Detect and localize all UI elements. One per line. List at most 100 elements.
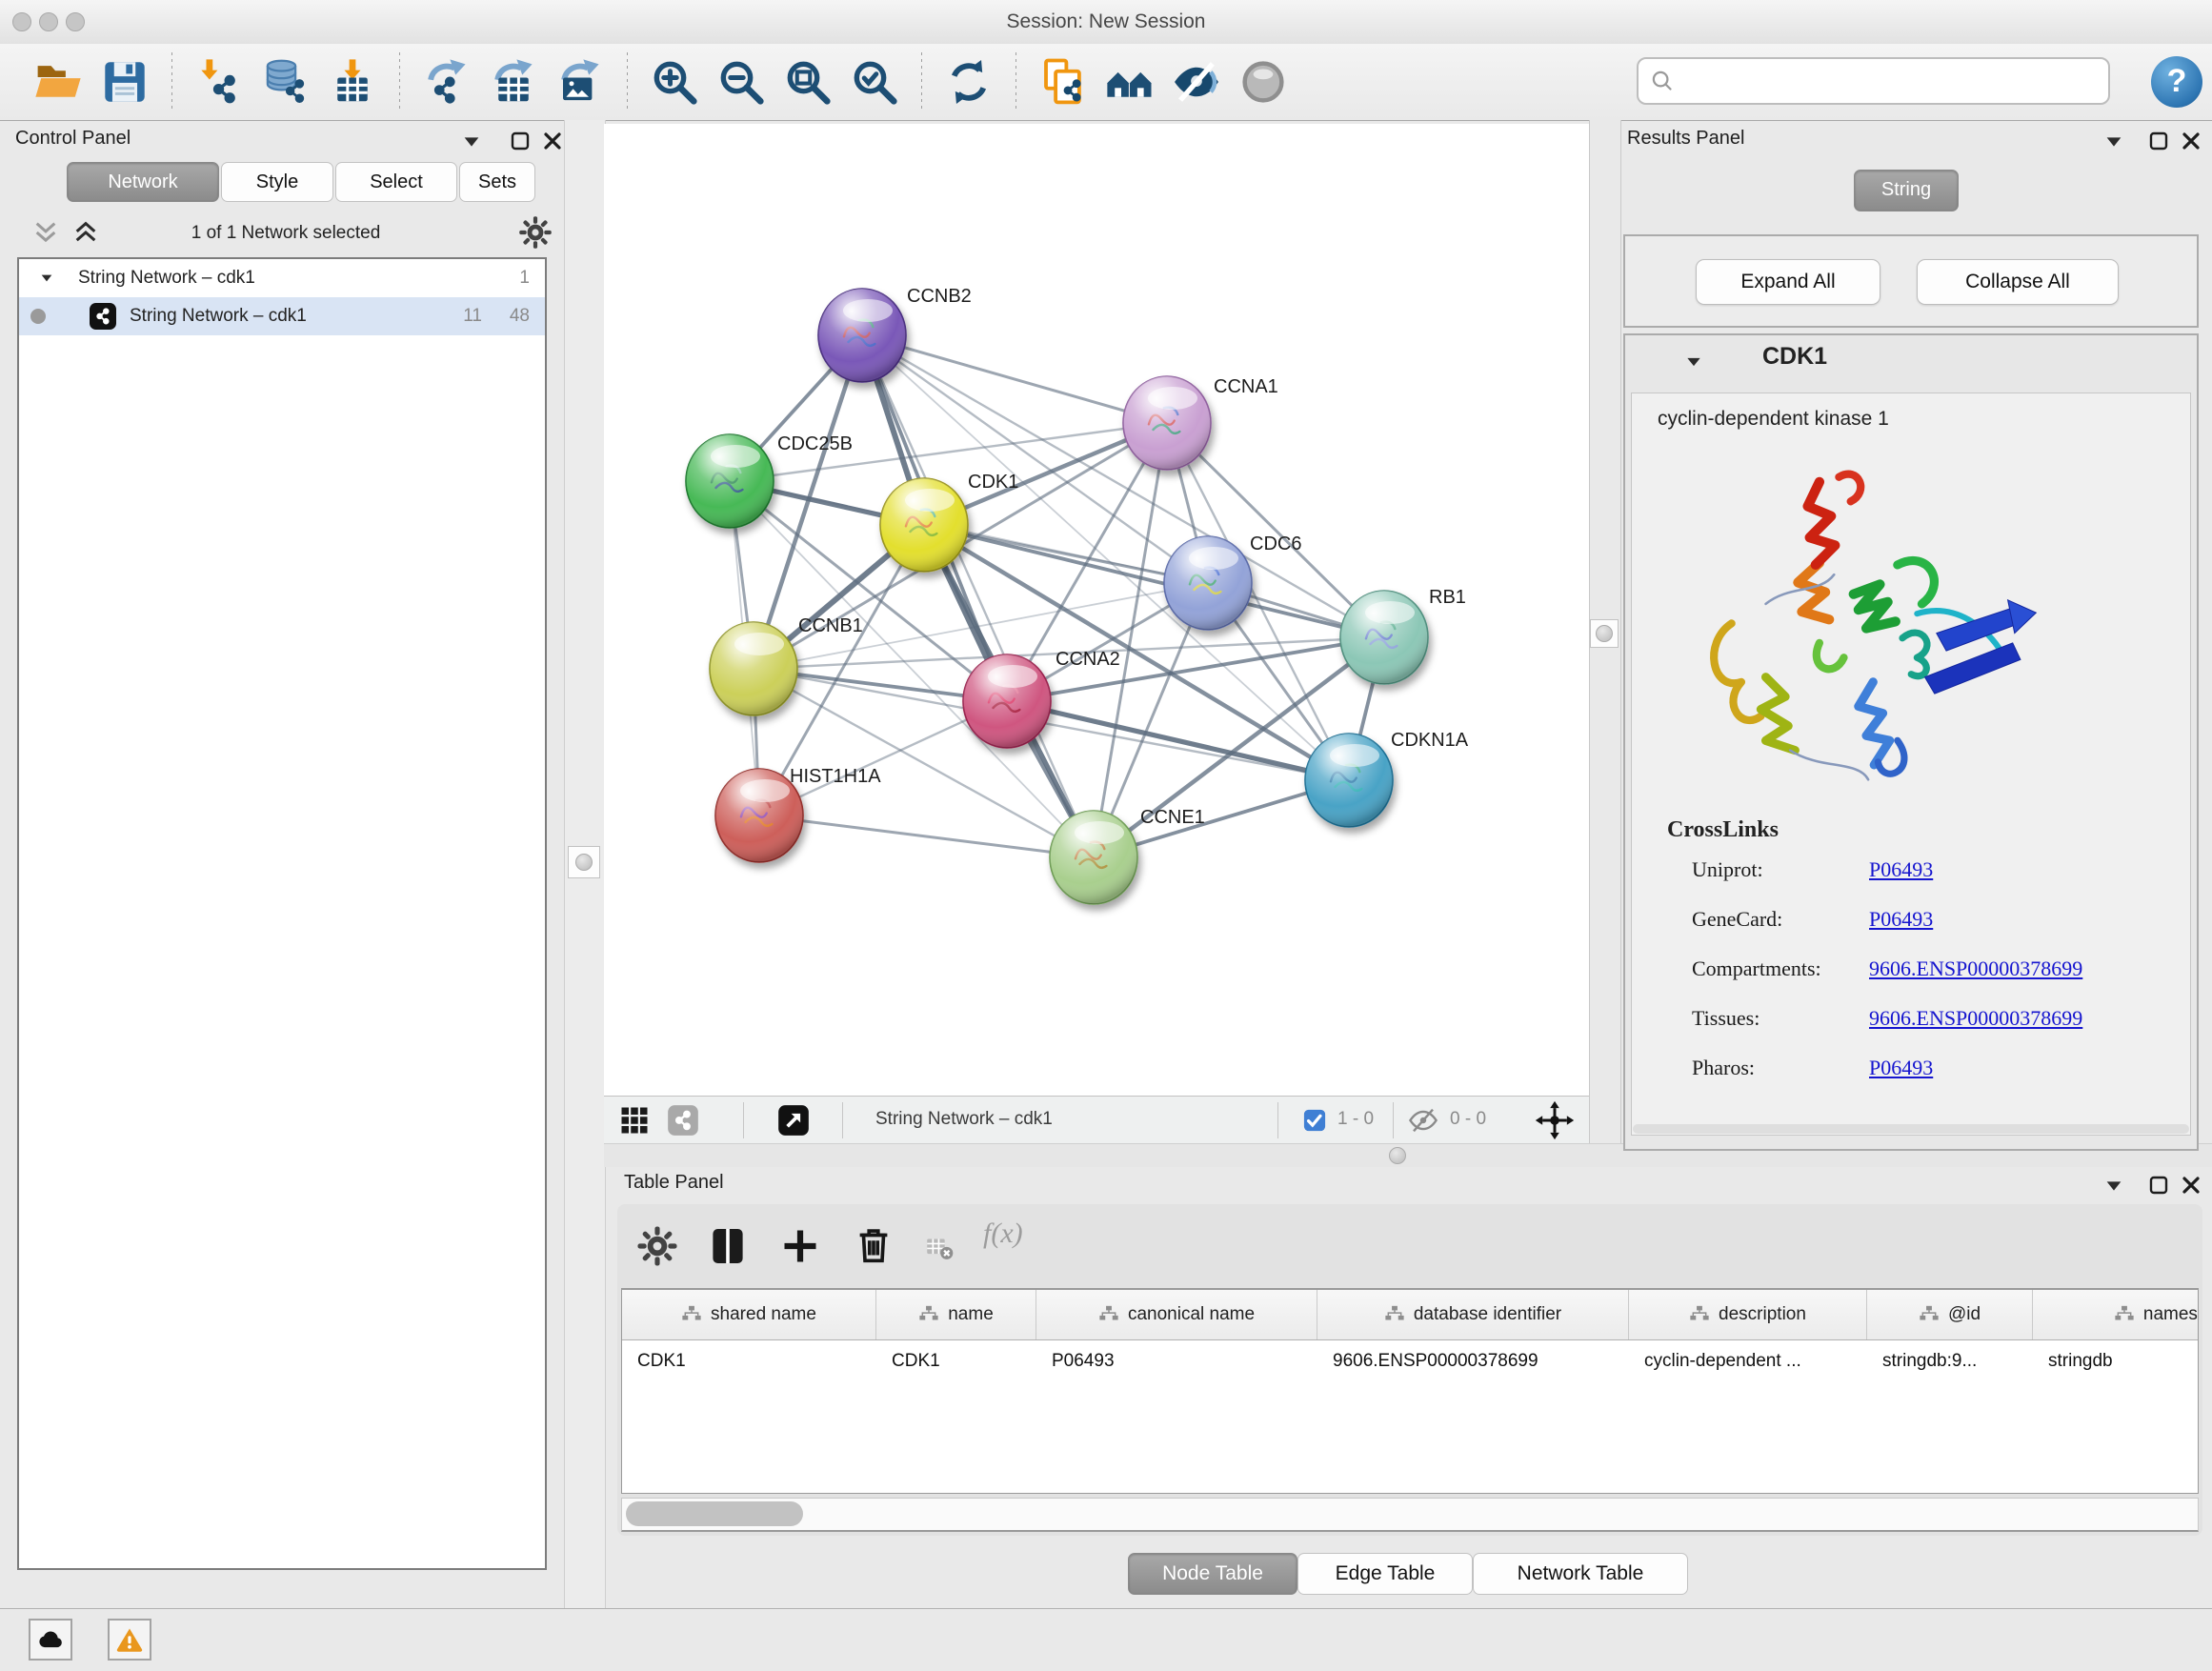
hidden-eye-icon[interactable]: [1406, 1105, 1440, 1136]
table-hscrollbar[interactable]: [621, 1498, 2199, 1532]
export-tab-icon: [488, 95, 539, 111]
results-scrollbar-track[interactable]: [1633, 1124, 2189, 1134]
network-node-CDKN1A[interactable]: [1305, 734, 1393, 827]
tab-edge-table[interactable]: Edge Table: [1297, 1553, 1473, 1595]
search-input[interactable]: [1682, 61, 2108, 101]
tab-select[interactable]: Select: [335, 162, 457, 202]
network-edge[interactable]: [1007, 701, 1349, 780]
collapse-all-button[interactable]: Collapse All: [1917, 259, 2119, 305]
tab-style[interactable]: Style: [221, 162, 333, 202]
network-badge-icon[interactable]: [665, 1102, 701, 1138]
apply-layout-button[interactable]: [943, 56, 995, 108]
table-cell[interactable]: stringdb:9...: [1867, 1340, 2033, 1382]
warnings-button[interactable]: [108, 1619, 151, 1661]
show-all-button[interactable]: [1237, 56, 1289, 108]
entry-collapse-icon[interactable]: [1682, 352, 1705, 372]
crosslink-link[interactable]: 9606.ENSP00000378699: [1869, 1006, 2082, 1031]
right-splitter-grip[interactable]: [1590, 619, 1619, 648]
import-network-from-file-button[interactable]: [193, 56, 245, 108]
network-row-selected[interactable]: String Network – cdk1 11 48: [19, 297, 545, 335]
table-panel-float-icon[interactable]: [2147, 1174, 2170, 1197]
results-panel-float-icon[interactable]: [2147, 130, 2170, 152]
pan-mode-icon[interactable]: [1534, 1099, 1576, 1141]
column-header-database-identifier[interactable]: database identifier: [1317, 1290, 1629, 1339]
first-neighbors-button[interactable]: [1104, 56, 1156, 108]
column-header--id[interactable]: @id: [1867, 1290, 2033, 1339]
crosslink-link[interactable]: P06493: [1869, 857, 1933, 882]
column-type-icon: [918, 1304, 939, 1325]
network-node-CCNB2[interactable]: [818, 289, 906, 382]
column-header-shared-name[interactable]: shared name: [622, 1290, 876, 1339]
export-table-button[interactable]: [488, 56, 539, 108]
column-header-namespace[interactable]: namespace: [2033, 1290, 2199, 1339]
zoom-fit-button[interactable]: [782, 56, 834, 108]
collection-expand-icon[interactable]: [38, 271, 55, 286]
add-column-icon[interactable]: [779, 1225, 821, 1267]
grid-mode-icon[interactable]: [617, 1103, 652, 1137]
expand-all-button[interactable]: Expand All: [1696, 259, 1880, 305]
crosslink-link[interactable]: P06493: [1869, 907, 1933, 932]
network-edge[interactable]: [759, 815, 1094, 857]
table-cell[interactable]: CDK1: [876, 1340, 1036, 1382]
crosslink-link[interactable]: 9606.ENSP00000378699: [1869, 956, 2082, 981]
table-cell[interactable]: CDK1: [622, 1340, 876, 1382]
table-cell[interactable]: stringdb: [2033, 1340, 2199, 1382]
tab-network[interactable]: Network: [67, 162, 219, 202]
network-node-CCNA1[interactable]: [1123, 376, 1211, 470]
crosslink-link[interactable]: P06493: [1869, 1056, 1933, 1080]
table-cell[interactable]: P06493: [1036, 1340, 1317, 1382]
import-table-from-file-button[interactable]: [327, 56, 378, 108]
help-button[interactable]: ?: [2151, 56, 2202, 108]
open-session-button[interactable]: [32, 56, 84, 108]
network-canvas[interactable]: CCNB2CCNA1CDC25BCDK1CDC6RB1CCNB1CCNA2CDK…: [604, 124, 1589, 1096]
network-node-CCNA2[interactable]: [963, 654, 1051, 748]
column-header-name[interactable]: name: [876, 1290, 1036, 1339]
network-node-CDK1[interactable]: [880, 478, 968, 572]
horizontal-splitter-grip[interactable]: [1389, 1147, 1406, 1164]
column-header-description[interactable]: description: [1629, 1290, 1867, 1339]
network-node-CDC25B[interactable]: [686, 434, 774, 528]
tab-network-table[interactable]: Network Table: [1473, 1553, 1688, 1595]
zoom-out-button[interactable]: [715, 56, 767, 108]
export-image-button[interactable]: [554, 56, 606, 108]
show-columns-icon[interactable]: [705, 1223, 751, 1269]
table-panel-close-icon[interactable]: [2180, 1174, 2202, 1197]
network-node-CCNB1[interactable]: [710, 622, 797, 715]
selected-checkbox-icon[interactable]: [1301, 1107, 1328, 1134]
open-in-new-window-icon[interactable]: [775, 1102, 812, 1138]
network-node-RB1[interactable]: [1340, 591, 1428, 684]
left-splitter-grip[interactable]: [568, 846, 600, 878]
table-panel-collapse-icon[interactable]: [2103, 1176, 2124, 1197]
network-edge[interactable]: [862, 335, 1094, 857]
network-edge[interactable]: [862, 335, 1167, 423]
network-collection-row[interactable]: String Network – cdk1 1: [19, 259, 545, 297]
table-cell[interactable]: cyclin-dependent ...: [1629, 1340, 1867, 1382]
control-panel-close-icon[interactable]: [541, 130, 564, 152]
control-panel-collapse-icon[interactable]: [461, 131, 482, 152]
network-panel-options-gear-icon[interactable]: [518, 215, 553, 250]
table-row[interactable]: CDK1CDK1P064939606.ENSP00000378699cyclin…: [622, 1340, 2198, 1382]
hide-selected-button[interactable]: [1171, 56, 1222, 108]
delete-column-icon[interactable]: [852, 1223, 895, 1267]
save-session-button[interactable]: [99, 56, 151, 108]
network-edge[interactable]: [924, 525, 1384, 637]
table-cell[interactable]: 9606.ENSP00000378699: [1317, 1340, 1629, 1382]
tab-sets[interactable]: Sets: [459, 162, 535, 202]
cloud-button[interactable]: [29, 1619, 72, 1661]
zoom-selected-button[interactable]: [849, 56, 900, 108]
network-node-CDC6[interactable]: [1164, 536, 1252, 630]
control-panel-float-icon[interactable]: [509, 130, 532, 152]
column-header-canonical-name[interactable]: canonical name: [1036, 1290, 1317, 1339]
results-panel-collapse-icon[interactable]: [2103, 131, 2124, 152]
network-node-CCNE1[interactable]: [1050, 811, 1137, 904]
zoom-in-button[interactable]: [649, 56, 700, 108]
export-network-button[interactable]: [421, 56, 473, 108]
string-protein-query-button[interactable]: [1037, 56, 1089, 108]
import-network-from-database-button[interactable]: [260, 56, 312, 108]
table-options-gear-icon[interactable]: [636, 1225, 678, 1267]
tab-string[interactable]: String: [1854, 170, 1959, 211]
table-hscrollbar-thumb[interactable]: [626, 1501, 803, 1526]
results-panel-close-icon[interactable]: [2180, 130, 2202, 152]
toolbar-separator: [921, 52, 922, 111]
tab-node-table[interactable]: Node Table: [1128, 1553, 1297, 1595]
